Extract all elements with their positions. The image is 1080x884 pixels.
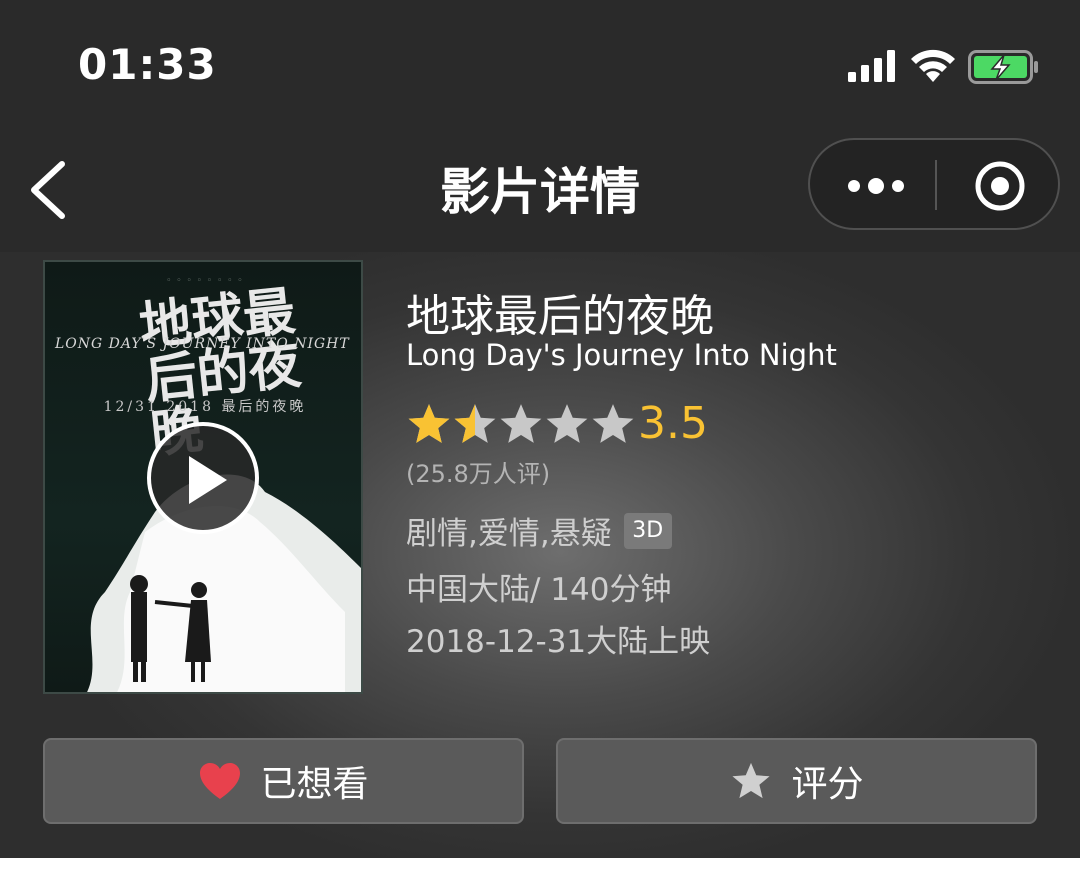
more-dots-icon: [848, 178, 904, 194]
rating-stars: [406, 402, 636, 446]
rating-score: 3.5: [638, 398, 708, 449]
region-duration: 中国大陆/ 140分钟: [406, 572, 672, 608]
release-date: 2018-12-31大陆上映: [406, 624, 711, 660]
battery-charging-icon: [968, 50, 1038, 84]
mini-program-capsule: [808, 138, 1060, 230]
more-button[interactable]: [810, 140, 936, 228]
capsule-divider: [935, 160, 937, 210]
wifi-icon: [911, 49, 955, 82]
star-half-icon: [454, 404, 496, 443]
cellular-signal-icon: [848, 50, 895, 82]
status-time: 01:33: [78, 40, 217, 89]
movie-title-cn: 地球最后的夜晚: [406, 291, 714, 342]
rating-count: (25.8万人评): [406, 460, 551, 488]
close-button[interactable]: [938, 140, 1060, 228]
want-to-see-label: 已想看: [260, 764, 369, 805]
play-icon: [189, 456, 227, 504]
movie-title-en: Long Day's Journey Into Night: [406, 338, 837, 372]
play-trailer-button[interactable]: [147, 422, 259, 534]
star-icon: [732, 762, 771, 799]
poster-credits: ◦ ◦ ◦ ◦ ◦ ◦ ◦ ◦: [166, 276, 244, 286]
want-to-see-button[interactable]: 已想看: [43, 738, 524, 824]
rate-button[interactable]: 评分: [556, 738, 1037, 824]
movie-genres: 剧情,爱情,悬疑: [406, 516, 612, 552]
poster-date: 12/31 2018 最后的夜晚: [103, 399, 307, 415]
movie-poster[interactable]: ◦ ◦ ◦ ◦ ◦ ◦ ◦ ◦ 地球最后的夜晚 LONG DAY'S JOURN…: [43, 260, 363, 694]
movie-hero: ◦ ◦ ◦ ◦ ◦ ◦ ◦ ◦ 地球最后的夜晚 LONG DAY'S JOURN…: [0, 252, 1080, 858]
genres-row: 剧情,爱情,悬疑 3D: [406, 508, 672, 553]
star-empty-icon: [500, 404, 542, 443]
rate-label: 评分: [791, 764, 864, 805]
star-empty-icon: [546, 404, 588, 443]
poster-title-en: LONG DAY'S JOURNEY INTO NIGHT: [55, 336, 350, 352]
status-bar: 01:33: [0, 0, 1080, 130]
nav-bar: 影片详情: [0, 130, 1080, 252]
star-empty-icon: [592, 404, 634, 443]
target-circle-icon: [975, 161, 1025, 211]
heart-icon: [200, 763, 241, 799]
star-full-icon: [408, 404, 450, 443]
format-badge: 3D: [623, 512, 672, 549]
